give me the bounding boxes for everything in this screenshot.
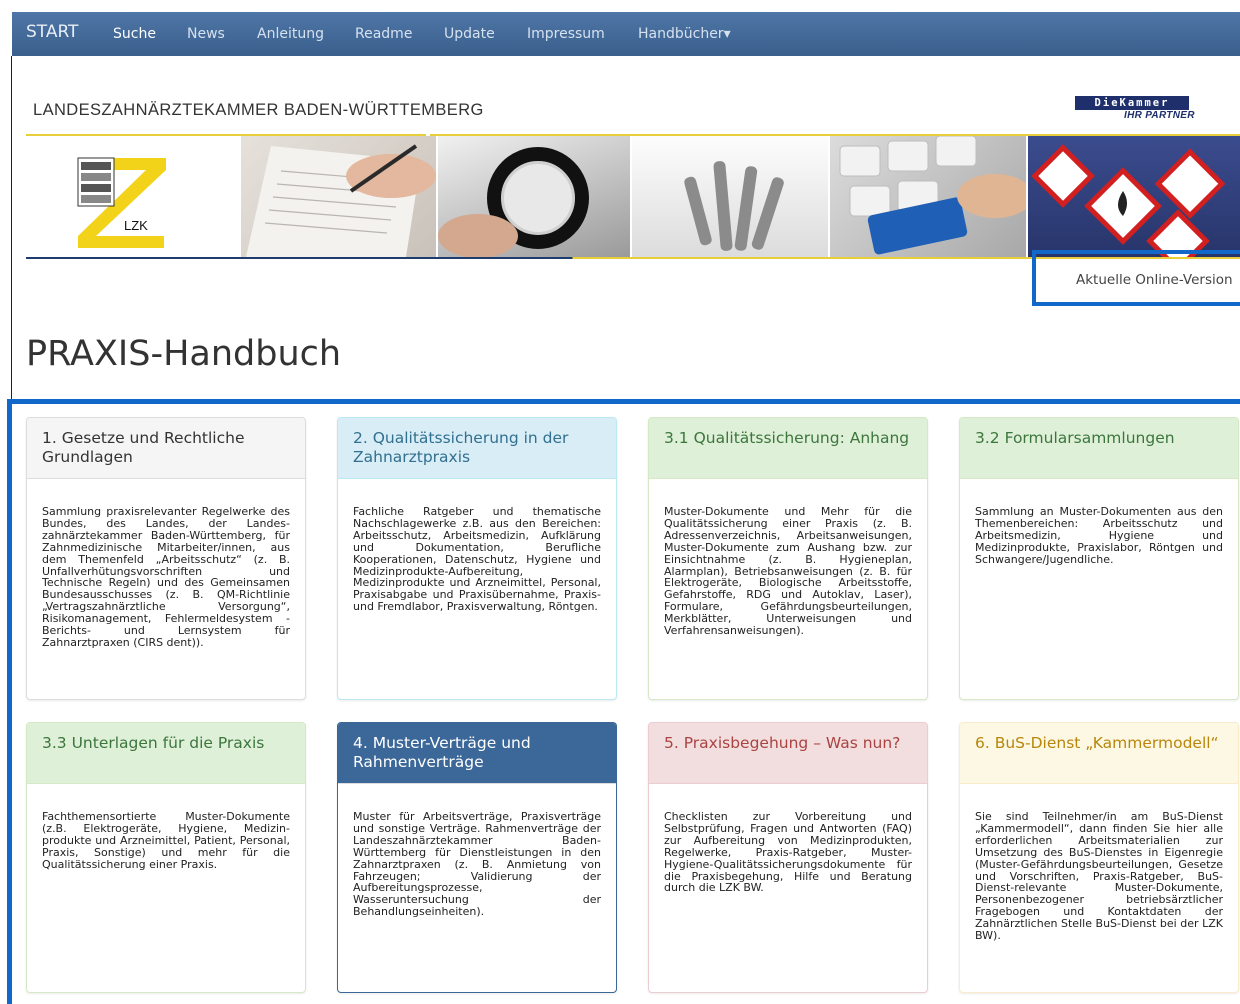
card-title[interactable]: 5. Praxisbegehung – Was nun? bbox=[649, 723, 927, 784]
nav-brand-start[interactable]: START bbox=[26, 22, 78, 42]
card-description: Checklisten zur Vorbereitung und Selbstp… bbox=[664, 810, 912, 895]
hazard-symbols-image bbox=[1028, 136, 1240, 257]
card-unterlagen-praxis[interactable]: 3.3 Unterlagen für die Praxis Fachthemen… bbox=[26, 722, 306, 993]
nav-item-anleitung[interactable]: Anleitung bbox=[257, 26, 324, 42]
card-qs-anhang[interactable]: 3.1 Qualitätssicherung: Anhang Muster-Do… bbox=[648, 417, 928, 700]
card-title[interactable]: 6. BuS-Dienst „Kammermodell“ bbox=[960, 723, 1238, 784]
card-description: Muster-Dokumente und Mehr für die Qualit… bbox=[664, 505, 912, 638]
lzk-logo-text: LZK bbox=[124, 218, 148, 233]
card-description: Sammlung an Muster-Dokumenten aus den Th… bbox=[975, 505, 1223, 566]
card-description: Sammlung praxisrelevanter Regelwerke des… bbox=[42, 505, 290, 649]
nav-item-handbuecher-dropdown[interactable]: Handbücher▾ bbox=[638, 26, 731, 42]
org-title: LANDESZAHNÄRZTEKAMMER BADEN-WÜRTTEMBERG bbox=[33, 101, 484, 119]
diekammer-logo: DieKammer bbox=[1075, 96, 1189, 110]
card-description: Muster für Arbeitsverträge, Praxis­vertr… bbox=[353, 810, 601, 919]
card-gesetze[interactable]: 1. Gesetze und Rechtliche Grundlagen Sam… bbox=[26, 417, 306, 700]
nav-item-readme[interactable]: Readme bbox=[355, 26, 412, 42]
card-formularsammlungen[interactable]: 3.2 Formularsammlungen Sammlung an Muste… bbox=[959, 417, 1239, 700]
card-title[interactable]: 3.1 Qualitätssicherung: Anhang bbox=[649, 418, 927, 479]
card-description: Sie sind Teilnehmer/in am BuS-Dienst „Ka… bbox=[975, 810, 1223, 943]
card-muster-vertraege[interactable]: 4. Muster-Verträge und Rahmenverträge Mu… bbox=[337, 722, 617, 993]
nav-item-update[interactable]: Update bbox=[444, 26, 495, 42]
card-description: Fachthemensortierte Muster-Dokumente (z.… bbox=[42, 810, 290, 871]
card-title[interactable]: 1. Gesetze und Rechtliche Grundlagen bbox=[27, 418, 305, 479]
card-bus-dienst[interactable]: 6. BuS-Dienst „Kammermodell“ Sie sind Te… bbox=[959, 722, 1239, 993]
page-title: PRAXIS-Handbuch bbox=[26, 334, 342, 374]
lzk-logo: LZK bbox=[26, 136, 240, 257]
dental-instruments-image bbox=[632, 136, 828, 257]
magnifier-image bbox=[438, 136, 630, 257]
card-praxisbegehung[interactable]: 5. Praxisbegehung – Was nun? Checklisten… bbox=[648, 722, 928, 993]
card-title[interactable]: 2. Qualitätssicherung in der Zahnarztpra… bbox=[338, 418, 616, 479]
top-navbar: START Suche News Anleitung Readme Update… bbox=[12, 12, 1240, 56]
diekammer-slogan: IHR PARTNER bbox=[1124, 110, 1195, 121]
nav-item-impressum[interactable]: Impressum bbox=[527, 26, 605, 42]
card-title[interactable]: 3.2 Formularsammlungen bbox=[960, 418, 1238, 479]
card-qualitaetssicherung[interactable]: 2. Qualitätssicherung in der Zahnarztpra… bbox=[337, 417, 617, 700]
card-description: Fachliche Ratgeber und thematische Nachs… bbox=[353, 505, 601, 614]
nav-item-suche[interactable]: Suche bbox=[113, 26, 156, 42]
signing-document-image bbox=[241, 136, 436, 257]
card-title[interactable]: 4. Muster-Verträge und Rahmenverträge bbox=[338, 723, 616, 784]
online-version-link[interactable]: Aktuelle Online-Version bbox=[1076, 272, 1233, 288]
nav-item-news[interactable]: News bbox=[187, 26, 225, 42]
keyboard-image bbox=[830, 136, 1026, 257]
frame-left-border bbox=[11, 56, 12, 401]
card-title[interactable]: 3.3 Unterlagen für die Praxis bbox=[27, 723, 305, 784]
header-banner: LZK bbox=[26, 136, 1240, 257]
